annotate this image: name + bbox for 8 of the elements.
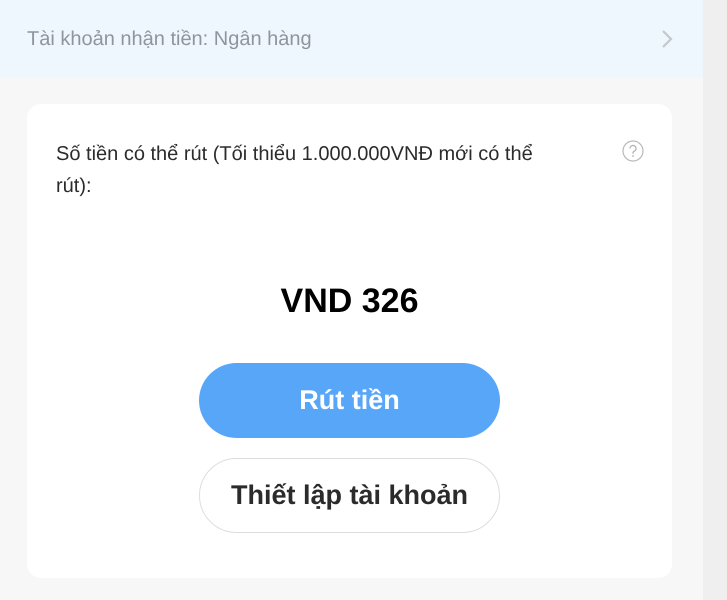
balance-amount: VND 326 (280, 281, 418, 322)
withdraw-button[interactable]: Rút tiền (199, 363, 500, 438)
account-label: Tài khoản nhận tiền: Ngân hàng (27, 27, 312, 52)
help-icon[interactable] (622, 140, 644, 162)
balance-caption: Số tiền có thể rút (Tối thiểu 1.000.000VNĐ mới có thể rút): (56, 142, 534, 199)
account-setup-button[interactable]: Thiết lập tài khoản (199, 458, 500, 533)
chevron-right-icon (661, 29, 673, 49)
account-row[interactable]: Tài khoản nhận tiền: Ngân hàng (0, 0, 703, 78)
